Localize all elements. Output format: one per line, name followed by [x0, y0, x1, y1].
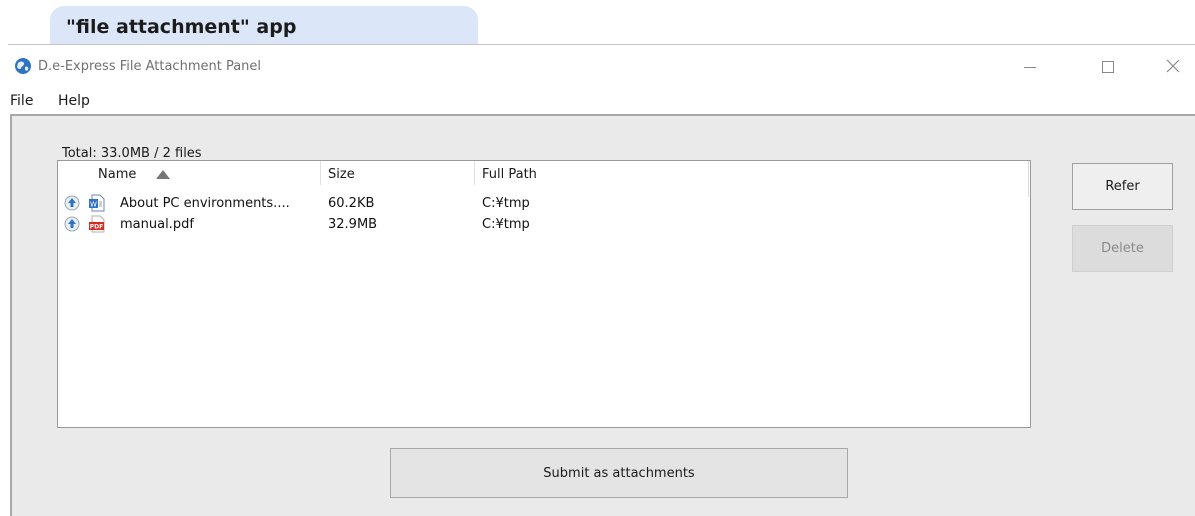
upload-arrow-icon[interactable] — [64, 216, 80, 232]
app-window: D.e-Express File Attachment Panel File H… — [8, 44, 1195, 516]
file-size: 32.9MB — [328, 217, 378, 232]
refer-button[interactable]: Refer — [1072, 163, 1173, 210]
column-divider[interactable] — [320, 161, 321, 185]
column-header-name[interactable]: Name — [98, 167, 136, 182]
column-header-size[interactable]: Size — [328, 167, 355, 182]
menu-bar — [8, 89, 1195, 113]
delete-button[interactable]: Delete — [1072, 225, 1173, 272]
sort-ascending-icon — [156, 170, 170, 179]
column-header-path[interactable]: Full Path — [482, 167, 537, 182]
pdf-document-icon: PDF — [89, 215, 105, 233]
list-item[interactable]: W About PC environments.... 60.2KB C:¥tm… — [58, 194, 1030, 212]
list-item[interactable]: PDF manual.pdf 32.9MB C:¥tmp — [58, 215, 1030, 233]
maximize-button[interactable] — [1093, 55, 1123, 79]
menu-file[interactable]: File — [10, 93, 33, 109]
header-end-divider — [1028, 161, 1029, 197]
caption-text: "file attachment" app — [66, 16, 297, 38]
word-document-icon: W — [89, 194, 105, 212]
close-button[interactable] — [1158, 55, 1188, 79]
submit-attachments-button[interactable]: Submit as attachments — [390, 448, 848, 498]
svg-text:PDF: PDF — [90, 224, 103, 231]
window-title: D.e-Express File Attachment Panel — [38, 59, 262, 74]
upload-arrow-icon[interactable] — [64, 195, 80, 211]
file-name: manual.pdf — [120, 217, 194, 232]
file-list[interactable]: Name Size Full Path W About PC environme… — [57, 160, 1031, 428]
file-name: About PC environments.... — [120, 196, 290, 211]
title-bar: D.e-Express File Attachment Panel — [8, 45, 1195, 89]
app-globe-icon — [15, 58, 31, 74]
file-path: C:¥tmp — [482, 196, 530, 211]
total-summary: Total: 33.0MB / 2 files — [62, 146, 202, 161]
file-size: 60.2KB — [328, 196, 375, 211]
list-header: Name Size Full Path — [58, 161, 1030, 197]
svg-text:W: W — [90, 201, 97, 209]
file-path: C:¥tmp — [482, 217, 530, 232]
client-area: Total: 33.0MB / 2 files Name Size Full P… — [10, 114, 1195, 516]
column-divider[interactable] — [474, 161, 475, 185]
minimize-button[interactable] — [1015, 55, 1045, 79]
menu-help[interactable]: Help — [58, 93, 90, 109]
